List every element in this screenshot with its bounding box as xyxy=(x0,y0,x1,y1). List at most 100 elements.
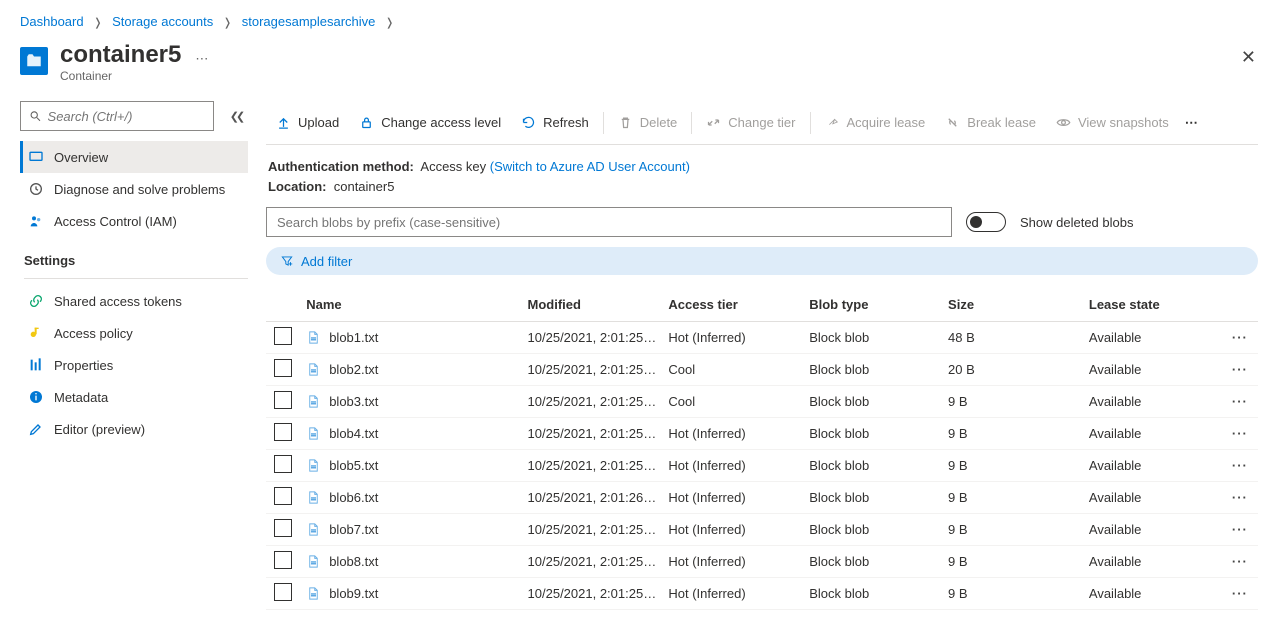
sidebar-item-label: Diagnose and solve problems xyxy=(54,182,225,197)
toolbar: Upload Change access level Refresh Delet… xyxy=(266,101,1258,145)
cell-name[interactable]: blob6.txt xyxy=(300,482,521,514)
row-checkbox[interactable] xyxy=(274,455,292,473)
cell-name[interactable]: blob2.txt xyxy=(300,354,521,386)
sidebar-item-metadata[interactable]: Metadata xyxy=(20,381,248,413)
cell-lease: Available xyxy=(1083,450,1222,482)
sidebar-search[interactable] xyxy=(20,101,214,131)
breadcrumb-link[interactable]: Dashboard xyxy=(20,14,84,29)
cell-type: Block blob xyxy=(803,386,942,418)
sidebar-item-editor[interactable]: Editor (preview) xyxy=(20,413,248,445)
table-row[interactable]: blob9.txt10/25/2021, 2:01:25 …Hot (Infer… xyxy=(266,578,1258,610)
cell-name[interactable]: blob9.txt xyxy=(300,578,521,610)
change-access-button[interactable]: Change access level xyxy=(349,101,511,144)
view-snapshots-button: View snapshots xyxy=(1046,101,1179,144)
breadcrumb-link[interactable]: Storage accounts xyxy=(112,14,213,29)
cell-size: 9 B xyxy=(942,386,1083,418)
row-more-button[interactable]: ··· xyxy=(1232,554,1248,569)
file-icon xyxy=(306,490,321,505)
table-row[interactable]: blob7.txt10/25/2021, 2:01:25 …Hot (Infer… xyxy=(266,514,1258,546)
table-row[interactable]: blob5.txt10/25/2021, 2:01:25 …Hot (Infer… xyxy=(266,450,1258,482)
col-tier[interactable]: Access tier xyxy=(662,289,803,321)
file-icon xyxy=(306,330,321,345)
table-row[interactable]: blob6.txt10/25/2021, 2:01:26 …Hot (Infer… xyxy=(266,482,1258,514)
cell-lease: Available xyxy=(1083,482,1222,514)
row-more-button[interactable]: ··· xyxy=(1232,330,1248,345)
filter-add-icon xyxy=(280,254,294,268)
table-row[interactable]: blob4.txt10/25/2021, 2:01:25 …Hot (Infer… xyxy=(266,418,1258,450)
refresh-icon xyxy=(521,115,536,130)
sidebar-item-label: Shared access tokens xyxy=(54,294,182,309)
delete-icon xyxy=(618,115,633,130)
sidebar-item-label: Access policy xyxy=(54,326,133,341)
add-filter-button[interactable]: Add filter xyxy=(266,247,1258,275)
page-header: container5 Container ⋯ ✕ xyxy=(0,33,1282,101)
cell-name[interactable]: blob5.txt xyxy=(300,450,521,482)
cell-type: Block blob xyxy=(803,354,942,386)
sidebar-search-input[interactable] xyxy=(48,109,205,124)
col-lease[interactable]: Lease state xyxy=(1083,289,1222,321)
file-icon xyxy=(306,458,321,473)
table-row[interactable]: blob1.txt10/25/2021, 2:01:25 …Hot (Infer… xyxy=(266,321,1258,354)
cell-tier: Hot (Inferred) xyxy=(662,546,803,578)
switch-auth-link[interactable]: (Switch to Azure AD User Account) xyxy=(490,159,690,174)
cell-modified: 10/25/2021, 2:01:25 … xyxy=(522,450,663,482)
cell-name[interactable]: blob7.txt xyxy=(300,514,521,546)
refresh-button[interactable]: Refresh xyxy=(511,101,599,144)
blob-prefix-search[interactable] xyxy=(266,207,952,237)
cell-lease: Available xyxy=(1083,321,1222,354)
sidebar-item-diagnose[interactable]: Diagnose and solve problems xyxy=(20,173,248,205)
row-checkbox[interactable] xyxy=(274,487,292,505)
cell-lease: Available xyxy=(1083,386,1222,418)
table-row[interactable]: blob3.txt10/25/2021, 2:01:25 …CoolBlock … xyxy=(266,386,1258,418)
row-more-button[interactable]: ··· xyxy=(1232,394,1248,409)
cell-type: Block blob xyxy=(803,321,942,354)
col-name[interactable]: Name xyxy=(300,289,521,321)
cell-name[interactable]: blob8.txt xyxy=(300,546,521,578)
sidebar-item-iam[interactable]: Access Control (IAM) xyxy=(20,205,248,237)
cell-lease: Available xyxy=(1083,354,1222,386)
row-more-button[interactable]: ··· xyxy=(1232,490,1248,505)
row-checkbox[interactable] xyxy=(274,423,292,441)
upload-button[interactable]: Upload xyxy=(266,101,349,144)
cell-tier: Hot (Inferred) xyxy=(662,450,803,482)
acquire-lease-button: Acquire lease xyxy=(815,101,936,144)
cell-modified: 10/25/2021, 2:01:25 … xyxy=(522,514,663,546)
row-more-button[interactable]: ··· xyxy=(1232,426,1248,441)
row-checkbox[interactable] xyxy=(274,519,292,537)
sidebar-item-access-policy[interactable]: Access policy xyxy=(20,317,248,349)
sidebar-item-overview[interactable]: Overview xyxy=(20,141,248,173)
cell-modified: 10/25/2021, 2:01:25 … xyxy=(522,546,663,578)
collapse-sidebar-button[interactable]: ❮❮ xyxy=(224,104,248,128)
table-row[interactable]: blob2.txt10/25/2021, 2:01:25 …CoolBlock … xyxy=(266,354,1258,386)
cell-name[interactable]: blob4.txt xyxy=(300,418,521,450)
toolbar-more-button[interactable]: ⋯ xyxy=(1179,101,1205,144)
table-row[interactable]: blob8.txt10/25/2021, 2:01:25 …Hot (Infer… xyxy=(266,546,1258,578)
row-checkbox[interactable] xyxy=(274,583,292,601)
row-more-button[interactable]: ··· xyxy=(1232,586,1248,601)
col-size[interactable]: Size xyxy=(942,289,1083,321)
cell-size: 9 B xyxy=(942,514,1083,546)
header-more-button[interactable]: ⋯ xyxy=(195,51,208,67)
show-deleted-toggle[interactable] xyxy=(966,212,1006,232)
cell-lease: Available xyxy=(1083,546,1222,578)
close-button[interactable]: ✕ xyxy=(1241,47,1256,68)
row-checkbox[interactable] xyxy=(274,359,292,377)
row-more-button[interactable]: ··· xyxy=(1232,522,1248,537)
sidebar-item-properties[interactable]: Properties xyxy=(20,349,248,381)
row-checkbox[interactable] xyxy=(274,391,292,409)
blob-table: Name Modified Access tier Blob type Size… xyxy=(266,289,1258,610)
sidebar-item-label: Properties xyxy=(54,358,113,373)
chevron-right-icon: ❭ xyxy=(223,17,232,29)
sidebar-item-shared-access[interactable]: Shared access tokens xyxy=(20,285,248,317)
cell-name[interactable]: blob3.txt xyxy=(300,386,521,418)
col-modified[interactable]: Modified xyxy=(522,289,663,321)
breadcrumb-link[interactable]: storagesamplesarchive xyxy=(242,14,376,29)
change-tier-icon xyxy=(706,115,721,130)
cell-name[interactable]: blob1.txt xyxy=(300,322,521,354)
sidebar-section-settings: Settings xyxy=(24,253,248,268)
col-type[interactable]: Blob type xyxy=(803,289,942,321)
row-more-button[interactable]: ··· xyxy=(1232,362,1248,377)
row-checkbox[interactable] xyxy=(274,327,292,345)
row-more-button[interactable]: ··· xyxy=(1232,458,1248,473)
row-checkbox[interactable] xyxy=(274,551,292,569)
